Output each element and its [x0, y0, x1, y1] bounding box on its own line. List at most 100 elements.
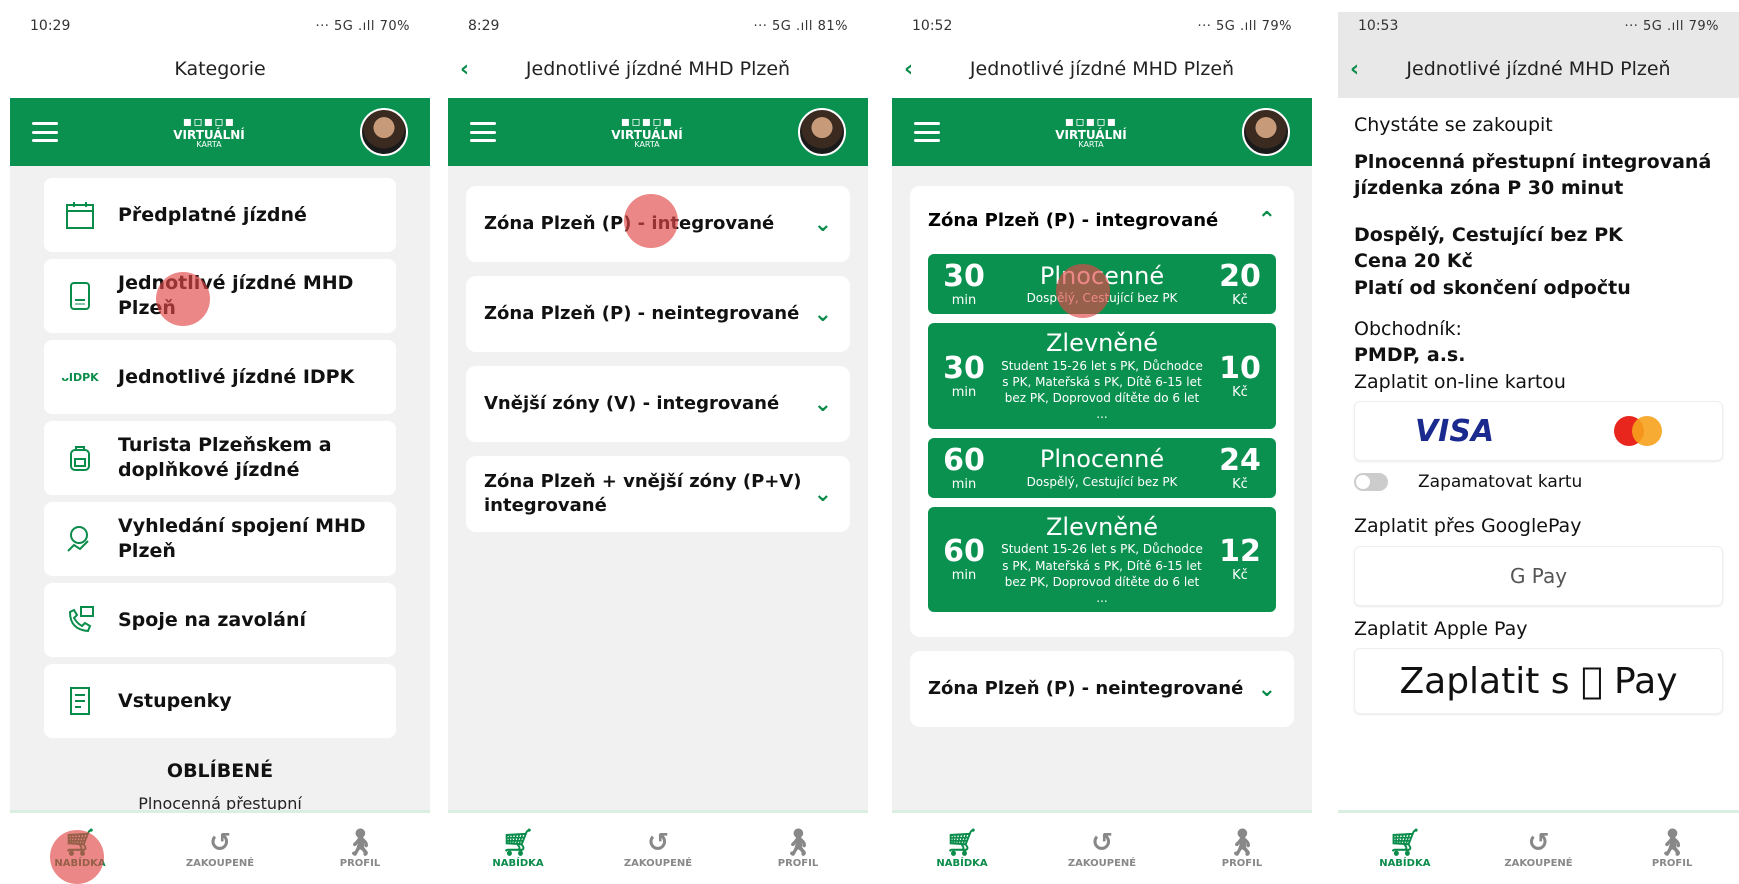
page-title-text: Jednotlivé jízdné MHD Plzeň: [1406, 58, 1671, 80]
nav-label: PROFIL: [1221, 858, 1263, 869]
status-bar: 8:29 ··· 5G .ıll 81%: [448, 12, 868, 40]
nav-label: ZAKOUPENÉ: [185, 858, 255, 869]
apple-pay-button[interactable]: Zaplatit s  Pay: [1354, 648, 1723, 715]
chevron-down-icon: ⌄: [813, 301, 832, 327]
category-label: Předplatné jízdné: [118, 203, 307, 226]
nav-zakoupene[interactable]: ↺ ZAKOUPENÉ: [175, 828, 265, 869]
google-pay-button[interactable]: G Pay: [1354, 545, 1723, 606]
route-search-icon: [62, 521, 98, 557]
ticket-type: Plnocenné: [1039, 445, 1165, 474]
backpack-icon: [62, 440, 98, 476]
zone-label: Zóna Plzeň (P) - integrované: [928, 209, 1219, 231]
ticket-price: 24: [1219, 442, 1261, 478]
menu-icon[interactable]: [470, 122, 496, 142]
history-icon: ↺: [1527, 828, 1550, 858]
visa-logo-icon: VISA: [1414, 413, 1495, 449]
nav-profil[interactable]: 🚶︎ PROFIL: [315, 828, 405, 869]
status-indicators: ··· 5G .ıll 79%: [1624, 18, 1719, 34]
calendar-icon: [62, 197, 98, 233]
category-item-idpk[interactable]: ᴗIDPK Jednotlivé jízdné IDPK: [44, 340, 396, 414]
person-icon: 🚶︎: [343, 828, 377, 858]
nav-nabidka[interactable]: 🛒︎NABÍDKA: [1360, 828, 1450, 869]
nav-profil[interactable]: 🚶︎ PROFIL: [1197, 828, 1287, 869]
person-icon: 🚶︎: [1655, 828, 1689, 858]
checkout-panel: Chystáte se zakoupit Plnocenná přestupní…: [1338, 98, 1739, 738]
avatar[interactable]: [798, 108, 846, 156]
app-header: ▪▫▪▫▪ VIRTUÁLNÍ KARTA: [892, 98, 1312, 166]
category-label: Turista Plzeňskem a doplňkové jízdné: [118, 434, 332, 481]
bottom-nav: 🛒︎NABÍDKA ↺ZAKOUPENÉ 🚶︎PROFIL: [892, 810, 1312, 884]
menu-icon[interactable]: [32, 122, 58, 142]
ticket-option[interactable]: 60 min Plnocenné Dospělý, Cestující bez PK…: [928, 437, 1276, 498]
category-label: Vstupenky: [118, 689, 232, 712]
ticket-price: 12: [1219, 534, 1261, 570]
phone-call-icon: [62, 602, 98, 638]
remember-card-toggle[interactable]: [1354, 473, 1388, 492]
category-item-vyhledani[interactable]: Vyhledání spojení MHD Plzeň: [44, 502, 396, 576]
ticket-option[interactable]: 30 min Zlevněné Student 15-26 let s PK, Dů…: [928, 323, 1276, 429]
price: Cena 20 Kč: [1354, 250, 1473, 273]
nav-zakoupene[interactable]: ↺ ZAKOUPENÉ: [1057, 828, 1147, 869]
category-label: Jednotlivé jízdné IDPK: [118, 365, 355, 388]
category-item-vstupenky[interactable]: Vstupenky: [44, 664, 396, 738]
status-bar: 10:52 ··· 5G .ıll 79%: [892, 12, 1312, 40]
status-time: 10:53: [1358, 18, 1399, 34]
zone-item[interactable]: Zóna Plzeň (P) - neintegrované ⌄: [466, 276, 850, 352]
idpk-logo-icon: ᴗIDPK: [61, 370, 99, 384]
tap-indicator: [624, 194, 678, 248]
remember-card-label: Zapamatovat kartu: [1418, 472, 1583, 493]
avatar[interactable]: [1242, 108, 1290, 156]
ticket-currency: Kč: [1232, 476, 1248, 492]
zone-label: Vnější zóny (V) - integrované: [484, 392, 780, 414]
avatar[interactable]: [360, 108, 408, 156]
card-payment-button[interactable]: VISA: [1354, 401, 1723, 462]
page-title: ‹ Jednotlivé jízdné MHD Plzeň: [892, 40, 1312, 98]
pay-apple-label: Zaplatit Apple Pay: [1354, 617, 1528, 640]
zone-header[interactable]: Zóna Plzeň (P) - integrované ⌃: [928, 186, 1276, 254]
zone-label: Zóna Plzeň (P) - neintegrované: [484, 302, 800, 324]
nav-label: ZAKOUPENÉ: [1067, 858, 1137, 869]
chevron-down-icon: ⌄: [1257, 676, 1276, 702]
zone-item[interactable]: Vnější zóny (V) - integrované ⌄: [466, 366, 850, 442]
menu-icon[interactable]: [914, 122, 940, 142]
validity: Platí od skončení odpočtu: [1354, 276, 1631, 299]
ticket-minutes-unit: min: [951, 476, 977, 492]
cart-icon: 🛒︎: [945, 828, 979, 858]
tap-indicator-nav: [50, 830, 104, 884]
nav-profil[interactable]: 🚶︎ PROFIL: [1627, 828, 1717, 869]
virtualni-karta-logo: ▪▫▪▫▪ VIRTUÁLNÍ KARTA: [173, 114, 245, 149]
ticket-price: 10: [1219, 350, 1261, 386]
chevron-up-icon: ⌃: [1257, 207, 1276, 233]
nav-label: PROFIL: [339, 858, 381, 869]
tap-indicator: [156, 272, 210, 326]
logo-subtext: KARTA: [1078, 140, 1104, 149]
ticket-type: Zlevněné: [1045, 512, 1159, 541]
app-header: ▪▫▪▫▪ VIRTUÁLNÍ KARTA: [10, 98, 430, 166]
category-item-turista[interactable]: Turista Plzeňskem a doplňkové jízdné: [44, 421, 396, 495]
category-item-spoje-na-zavolani[interactable]: Spoje na zavolání: [44, 583, 396, 657]
nav-nabidka[interactable]: 🛒︎NABÍDKA: [917, 828, 1007, 869]
ticket-currency: Kč: [1232, 568, 1248, 584]
app-header: ▪▫▪▫▪ VIRTUÁLNÍ KARTA: [448, 98, 868, 166]
ticket-option[interactable]: 60 min Zlevněné Student 15-26 let s PK, Dů…: [928, 506, 1276, 613]
category-item-predplatne[interactable]: Předplatné jízdné: [44, 178, 396, 252]
zone-item[interactable]: Zóna Plzeň + vnější zóny (P+V) integrova…: [466, 456, 850, 532]
ticket-description: Dospělý, Cestující bez PK: [1026, 474, 1178, 489]
category-item-jednotlive-mhd[interactable]: Jednotlivé jízdné MHD Plzeň: [44, 259, 396, 333]
nav-label: PROFIL: [777, 858, 819, 869]
back-icon[interactable]: ‹: [460, 57, 469, 82]
nav-label: NABÍDKA: [936, 858, 988, 869]
nav-zakoupene[interactable]: ↺ ZAKOUPENÉ: [1493, 828, 1583, 869]
ticket-minutes: 60: [943, 442, 985, 478]
back-icon[interactable]: ‹: [904, 57, 913, 82]
nav-nabidka[interactable]: 🛒︎NABÍDKA: [473, 828, 563, 869]
nav-label: NABÍDKA: [1379, 858, 1431, 869]
page-title: Kategorie: [10, 40, 430, 98]
zone-item[interactable]: Zóna Plzeň (P) - neintegrované ⌄: [910, 651, 1294, 728]
nav-profil[interactable]: 🚶︎ PROFIL: [753, 828, 843, 869]
product-name: Plnocenná přestupní integrovaná jízdenka…: [1354, 150, 1712, 200]
nav-zakoupene[interactable]: ↺ ZAKOUPENÉ: [613, 828, 703, 869]
back-icon[interactable]: ‹: [1350, 57, 1359, 82]
ticket-description: Student 15-26 let s PK, Důchodce s PK, M…: [1001, 542, 1203, 605]
chevron-down-icon: ⌄: [813, 481, 832, 507]
